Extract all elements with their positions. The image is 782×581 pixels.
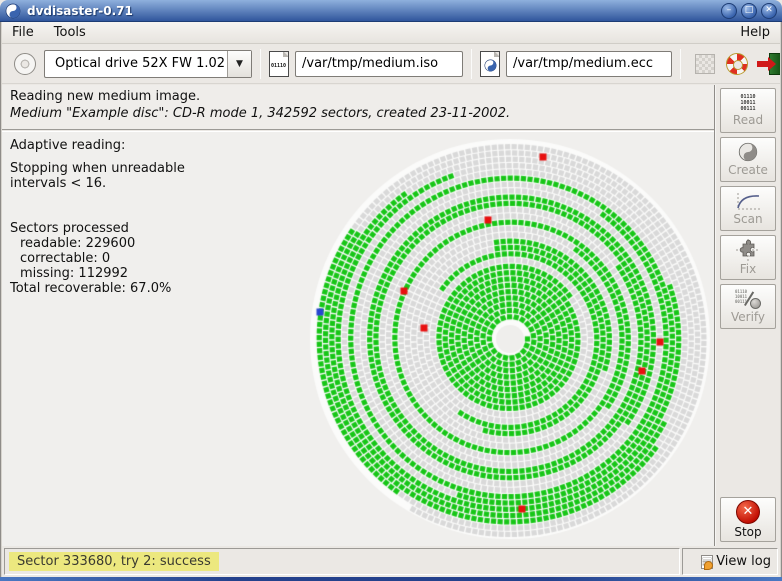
drive-disc-icon[interactable] (14, 52, 36, 75)
status-panel: Sector 333680, try 2: success (4, 548, 680, 575)
app-window: dvdisaster-0.71 – □ ✕ File Tools Help Op… (0, 0, 782, 581)
total-recoverable-row: Total recoverable: 67.0% (10, 281, 172, 296)
puzzle-piece-icon (736, 239, 760, 261)
stop-button[interactable]: ✕ Stop (720, 497, 776, 542)
read-button[interactable]: 01110 10011 00111 Read (720, 88, 776, 133)
log-icon (701, 554, 714, 570)
preferences-icon-disabled (695, 53, 715, 74)
reading-status-line: Reading new medium image. (10, 89, 201, 104)
chevron-down-icon[interactable]: ▼ (227, 50, 251, 77)
help-button[interactable] (724, 51, 750, 77)
minimize-button[interactable]: – (721, 2, 737, 19)
verify-button[interactable]: 01110 10011 00111 Verify (720, 284, 776, 329)
close-button[interactable]: ✕ (761, 2, 777, 19)
quit-button[interactable] (756, 51, 782, 77)
action-sidebar: 01110 10011 00111 Read Create Scan Fix 0… (716, 85, 780, 546)
window-title: dvdisaster-0.71 (27, 3, 133, 18)
scan-curve-icon (735, 191, 761, 211)
ecc-file-icon (480, 50, 500, 77)
menu-bar: File Tools Help (2, 22, 780, 44)
info-panel: Adaptive reading: Stopping when unreadab… (10, 138, 185, 296)
ecc-path-input[interactable] (506, 50, 672, 77)
toolbar: Optical drive 52X FW 1.02 ▼ 01110 10011 … (2, 44, 782, 84)
main-area: Adaptive reading: Stopping when unreadab… (2, 132, 714, 546)
fix-button[interactable]: Fix (720, 235, 776, 280)
toolbar-separator (471, 48, 472, 79)
iso-file-icon: 01110 10011 00111 (269, 50, 289, 77)
correctable-row: correctable: 0 (20, 251, 111, 266)
create-yinyang-icon (738, 142, 758, 162)
menu-help[interactable]: Help (730, 23, 780, 42)
sectors-processed-heading: Sectors processed (10, 221, 129, 236)
menu-file[interactable]: File (2, 23, 44, 42)
toolbar-separator (260, 48, 261, 79)
stopping-line-1: Stopping when unreadable (10, 161, 185, 176)
read-binary-icon: 01110 10011 00111 (740, 94, 756, 112)
maximize-button[interactable]: □ (741, 2, 757, 19)
read-button-label: Read (732, 113, 764, 127)
stop-button-label: Stop (734, 525, 762, 539)
message-area: Reading new medium image. Medium "Exampl… (2, 85, 714, 129)
adaptive-reading-heading: Adaptive reading: (10, 138, 126, 153)
preferences-button[interactable] (692, 51, 718, 77)
fix-button-label: Fix (739, 262, 757, 276)
window-frame-left (0, 22, 2, 581)
lifebelt-icon (726, 52, 748, 75)
create-button[interactable]: Create (720, 137, 776, 182)
drive-select-value: Optical drive 52X FW 1.02 (55, 55, 226, 71)
stop-icon: ✕ (736, 500, 760, 524)
verify-icon: 01110 10011 00111 (735, 289, 765, 313)
readable-row: readable: 229600 (20, 236, 136, 251)
view-log-label: View log (716, 554, 771, 569)
verify-button-label: Verify (730, 310, 766, 324)
stopping-line-2: intervals < 16. (10, 176, 107, 191)
drive-select[interactable]: Optical drive 52X FW 1.02 ▼ (44, 49, 252, 78)
iso-path-input[interactable] (295, 50, 463, 77)
ecc-yinyang-icon (484, 59, 497, 71)
menu-tools[interactable]: Tools (44, 23, 96, 42)
status-message: Sector 333680, try 2: success (9, 552, 219, 571)
scan-button-label: Scan (733, 212, 763, 226)
create-button-label: Create (728, 163, 768, 177)
medium-info-line: Medium "Example disc": CD-R mode 1, 3425… (10, 106, 511, 121)
toolbar-separator (680, 48, 681, 79)
status-bar: Sector 333680, try 2: success View log (2, 546, 780, 577)
app-logo-icon (5, 3, 21, 18)
view-log-button[interactable]: View log (682, 548, 778, 575)
missing-row: missing: 112992 (20, 266, 129, 281)
window-frame-bottom[interactable] (0, 577, 782, 581)
scan-button[interactable]: Scan (720, 186, 776, 231)
exit-door-icon (757, 52, 781, 75)
title-bar[interactable]: dvdisaster-0.71 – □ ✕ (0, 0, 782, 22)
